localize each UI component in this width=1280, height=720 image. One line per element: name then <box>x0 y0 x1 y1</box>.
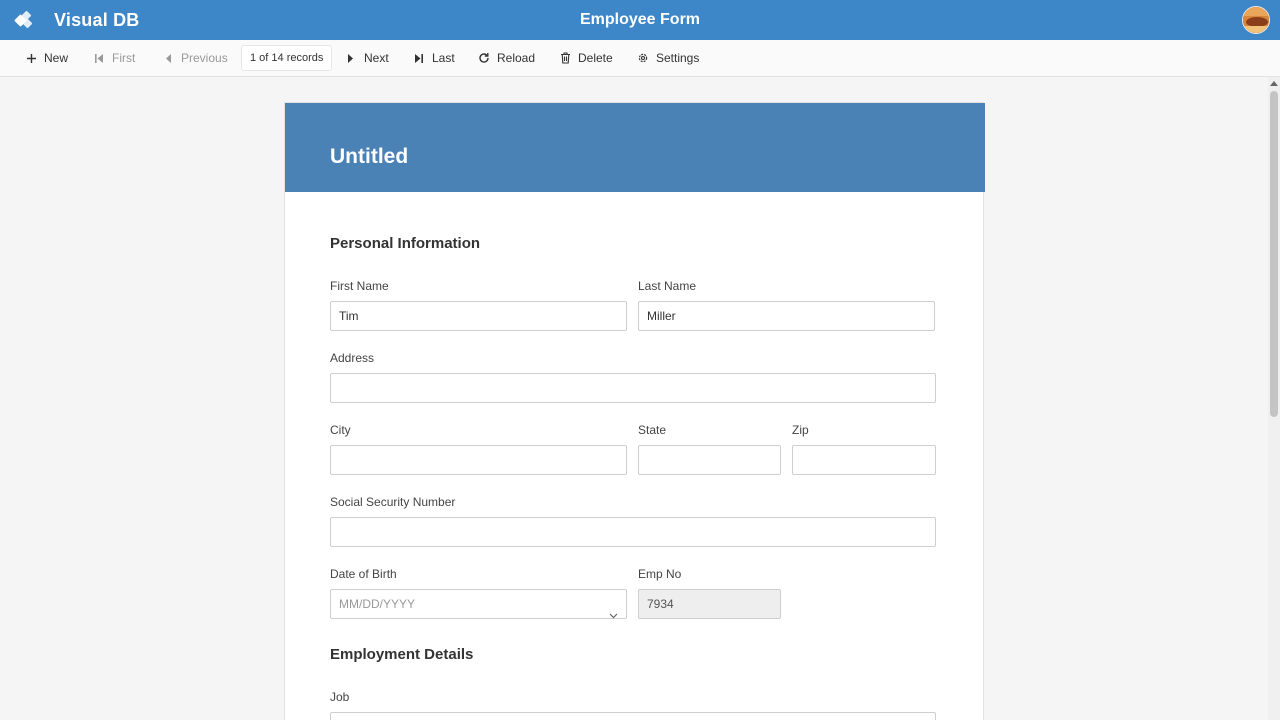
scroll-up-arrow-icon[interactable] <box>1270 81 1278 86</box>
last-name-label: Last Name <box>638 279 697 293</box>
last-label: Last <box>432 51 455 65</box>
next-icon <box>345 52 357 64</box>
delete-button[interactable]: Delete <box>559 40 613 76</box>
city-label: City <box>330 423 351 437</box>
first-name-field[interactable]: Tim <box>330 301 627 331</box>
gear-icon <box>637 52 649 64</box>
scroll-thumb[interactable] <box>1270 91 1278 417</box>
record-toolbar: New First Previous 1 of 14 records Next … <box>0 40 1280 77</box>
delete-label: Delete <box>578 51 613 65</box>
section-employment-details: Employment Details <box>330 646 474 663</box>
form-title: Employee Form <box>579 11 701 28</box>
record-counter: 1 of 14 records <box>241 45 333 71</box>
app-name: Visual DB <box>54 9 140 30</box>
brand[interactable]: Visual DB <box>12 0 140 40</box>
section-personal-information: Personal Information <box>330 235 481 252</box>
first-button[interactable]: First <box>93 40 135 76</box>
dob-label: Date of Birth <box>330 567 397 581</box>
reload-button[interactable]: Reload <box>478 40 535 76</box>
address-label: Address <box>330 351 375 365</box>
new-label: New <box>44 51 69 65</box>
reload-icon <box>478 52 490 64</box>
first-record-icon <box>93 52 105 64</box>
ssn-field[interactable] <box>330 517 936 547</box>
form-heading: Untitled <box>330 145 409 168</box>
settings-label: Settings <box>656 51 700 65</box>
city-field[interactable] <box>330 445 627 475</box>
ssn-label: Social Security Number <box>330 495 456 509</box>
last-name-field[interactable]: Miller <box>638 301 935 331</box>
state-field[interactable] <box>638 445 781 475</box>
previous-icon <box>162 52 174 64</box>
emp-no-label: Emp No <box>638 567 682 581</box>
avatar[interactable] <box>1242 6 1270 34</box>
reload-label: Reload <box>497 51 536 65</box>
zip-label: Zip <box>792 423 809 437</box>
page-scrollbar[interactable] <box>1268 77 1280 720</box>
last-button[interactable]: Last <box>413 40 455 76</box>
settings-button[interactable]: Settings <box>637 40 699 76</box>
form-card: Untitled Personal Information First Name… <box>284 102 985 720</box>
form-header: Untitled <box>285 103 985 192</box>
last-record-icon <box>413 52 425 64</box>
address-field[interactable] <box>330 373 936 403</box>
trash-icon <box>559 52 571 64</box>
next-label: Next <box>364 51 389 65</box>
plus-icon <box>25 52 37 64</box>
first-label: First <box>112 51 136 65</box>
dob-placeholder: MM/DD/YYYY <box>339 597 416 611</box>
emp-no-field: 7934 <box>638 589 781 619</box>
job-field[interactable] <box>330 712 936 720</box>
new-button[interactable]: New <box>25 40 68 76</box>
visual-db-logo-icon <box>12 8 36 32</box>
previous-button[interactable]: Previous <box>162 40 228 76</box>
chevron-down-icon[interactable] <box>609 601 618 629</box>
dob-date-picker[interactable]: MM/DD/YYYY <box>330 589 627 619</box>
job-label: Job <box>330 690 350 704</box>
state-label: State <box>638 423 667 437</box>
app-header: Visual DB Employee Form <box>0 0 1280 40</box>
next-button[interactable]: Next <box>345 40 389 76</box>
first-name-label: First Name <box>330 279 389 293</box>
zip-field[interactable] <box>792 445 936 475</box>
previous-label: Previous <box>181 51 228 65</box>
